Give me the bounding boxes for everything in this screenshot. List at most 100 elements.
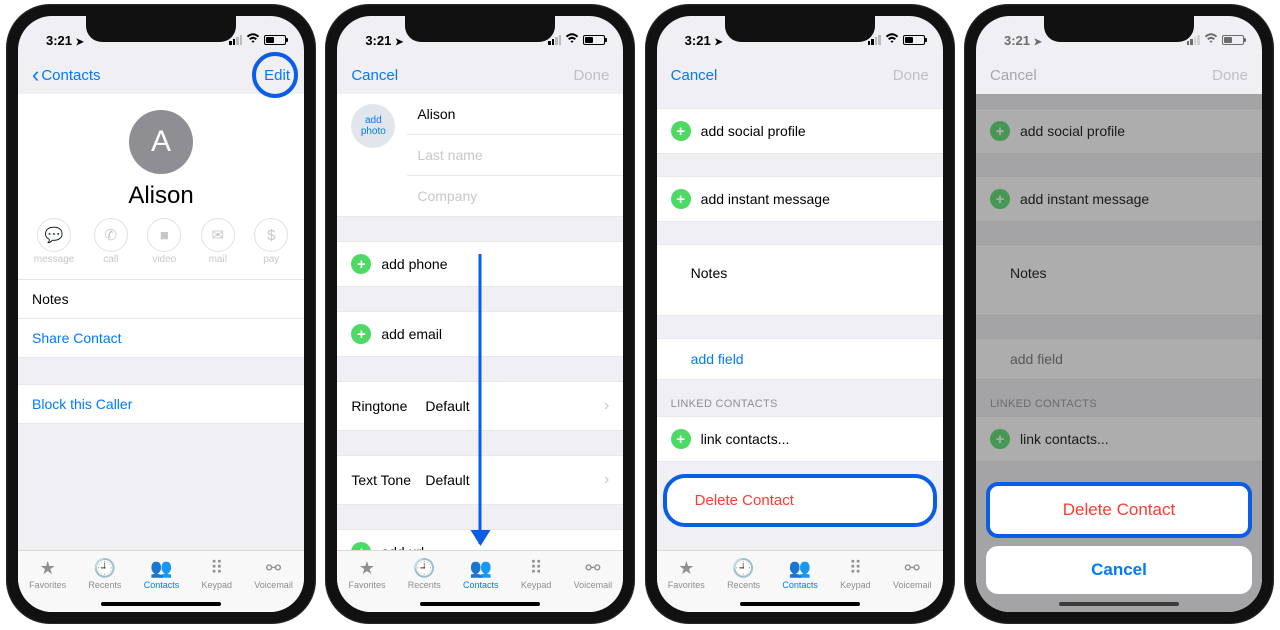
- tab-keypad[interactable]: ⠿Keypad: [521, 557, 552, 590]
- add-field-row[interactable]: add field: [657, 338, 943, 380]
- notes-field[interactable]: Notes: [657, 244, 943, 316]
- nav-bar: Cancel Done: [657, 56, 943, 94]
- tab-label: Voicemail: [893, 580, 932, 590]
- cancel-button[interactable]: Cancel: [351, 67, 398, 84]
- cancel-sheet-button[interactable]: Cancel: [986, 546, 1252, 594]
- status-time: 3:21: [46, 33, 72, 48]
- tab-favorites[interactable]: ★Favorites: [348, 557, 385, 590]
- tab-recents[interactable]: 🕘Recents: [88, 557, 121, 590]
- add-url-label: add url: [381, 544, 424, 550]
- location-icon: ➤: [76, 37, 84, 48]
- chevron-right-icon: ›: [604, 397, 609, 415]
- back-label: Contacts: [41, 67, 100, 84]
- done-button[interactable]: Done: [893, 67, 929, 84]
- add-photo-l1: add: [365, 115, 382, 126]
- keypad-icon: ⠿: [849, 557, 862, 579]
- tab-label: Recents: [727, 580, 760, 590]
- wifi-icon: [1204, 33, 1218, 47]
- tab-label: Contacts: [463, 580, 499, 590]
- cancel-button: Cancel: [990, 67, 1037, 84]
- notes-label: Notes: [691, 265, 728, 281]
- tab-label: Voicemail: [574, 580, 613, 590]
- linked-contacts-header: LINKED CONTACTS: [657, 380, 943, 416]
- mail-action[interactable]: ✉mail: [201, 218, 235, 265]
- tab-voicemail[interactable]: ⚯Voicemail: [893, 557, 932, 590]
- link-contacts-label: link contacts...: [701, 431, 790, 447]
- voicemail-icon: ⚯: [266, 557, 281, 579]
- call-label: call: [103, 254, 118, 265]
- cancel-button[interactable]: Cancel: [671, 67, 718, 84]
- plus-icon: +: [671, 121, 691, 141]
- home-indicator[interactable]: [420, 602, 540, 606]
- status-time: 3:21: [365, 33, 391, 48]
- tab-keypad[interactable]: ⠿Keypad: [202, 557, 233, 590]
- plus-icon: +: [351, 324, 371, 344]
- clock-icon: 🕘: [413, 557, 435, 579]
- wifi-icon: [565, 33, 579, 47]
- tab-favorites[interactable]: ★Favorites: [29, 557, 66, 590]
- nav-bar: ‹Contacts Edit: [18, 56, 304, 94]
- tab-label: Recents: [88, 580, 121, 590]
- notch: [405, 16, 555, 42]
- add-email-label: add email: [381, 326, 442, 342]
- home-indicator[interactable]: [101, 602, 221, 606]
- home-indicator[interactable]: [740, 602, 860, 606]
- notch: [725, 16, 875, 42]
- tab-label: Favorites: [668, 580, 705, 590]
- nav-bar: Cancel Done: [337, 56, 623, 94]
- tab-keypad[interactable]: ⠿Keypad: [840, 557, 871, 590]
- wifi-icon: [885, 33, 899, 47]
- delete-contact-button[interactable]: Delete Contact: [986, 482, 1252, 538]
- nav-bar: Cancel Done: [976, 56, 1262, 94]
- texttone-label: Text Tone: [351, 472, 415, 488]
- tab-label: Contacts: [144, 580, 180, 590]
- lastname-field[interactable]: Last name: [407, 135, 623, 176]
- block-caller-row[interactable]: Block this Caller: [18, 384, 304, 424]
- tab-label: Keypad: [840, 580, 871, 590]
- pay-action[interactable]: $pay: [254, 218, 288, 265]
- edit-button[interactable]: Edit: [264, 67, 290, 84]
- texttone-value: Default: [425, 472, 469, 488]
- tab-recents[interactable]: 🕘Recents: [727, 557, 760, 590]
- ringtone-label: Ringtone: [351, 398, 415, 414]
- location-icon: ➤: [395, 37, 403, 48]
- done-button[interactable]: Done: [573, 67, 609, 84]
- voicemail-icon: ⚯: [905, 557, 920, 579]
- action-sheet: Delete Contact Cancel: [986, 474, 1252, 594]
- add-photo-button[interactable]: addphoto: [351, 104, 395, 148]
- tab-contacts[interactable]: 👥Contacts: [144, 557, 180, 590]
- add-social-row[interactable]: +add social profile: [657, 108, 943, 154]
- share-contact-row[interactable]: Share Contact: [18, 319, 304, 358]
- video-action[interactable]: ■video: [147, 218, 181, 265]
- back-button[interactable]: ‹Contacts: [32, 64, 101, 86]
- company-field[interactable]: Company: [407, 176, 623, 216]
- video-icon: ■: [147, 218, 181, 252]
- message-icon: 💬: [37, 218, 71, 252]
- tab-label: Favorites: [348, 580, 385, 590]
- plus-icon: +: [671, 189, 691, 209]
- link-contacts-row[interactable]: +link contacts...: [657, 416, 943, 462]
- tab-contacts[interactable]: 👥Contacts: [782, 557, 818, 590]
- firstname-field[interactable]: Alison: [407, 94, 623, 135]
- tab-recents[interactable]: 🕘Recents: [408, 557, 441, 590]
- phone-3: 3:21 ➤ Cancel Done +add social profile +…: [645, 4, 955, 624]
- phone-icon: ✆: [94, 218, 128, 252]
- notes-row[interactable]: Notes: [18, 280, 304, 319]
- delete-contact-row[interactable]: Delete Contact: [663, 474, 937, 527]
- keypad-icon: ⠿: [530, 557, 543, 579]
- voicemail-icon: ⚯: [585, 557, 600, 579]
- message-action[interactable]: 💬message: [34, 218, 75, 265]
- add-field-label: add field: [691, 351, 744, 367]
- location-icon: ➤: [1034, 37, 1042, 48]
- add-im-row[interactable]: +add instant message: [657, 176, 943, 222]
- tab-voicemail[interactable]: ⚯Voicemail: [254, 557, 293, 590]
- tab-label: Voicemail: [254, 580, 293, 590]
- scroll-down-arrow: [479, 254, 482, 544]
- location-icon: ➤: [714, 37, 722, 48]
- tab-voicemail[interactable]: ⚯Voicemail: [574, 557, 613, 590]
- contacts-icon: 👥: [150, 557, 172, 579]
- call-action[interactable]: ✆ call: [94, 218, 128, 265]
- tab-label: Keypad: [202, 580, 233, 590]
- tab-contacts[interactable]: 👥Contacts: [463, 557, 499, 590]
- tab-favorites[interactable]: ★Favorites: [668, 557, 705, 590]
